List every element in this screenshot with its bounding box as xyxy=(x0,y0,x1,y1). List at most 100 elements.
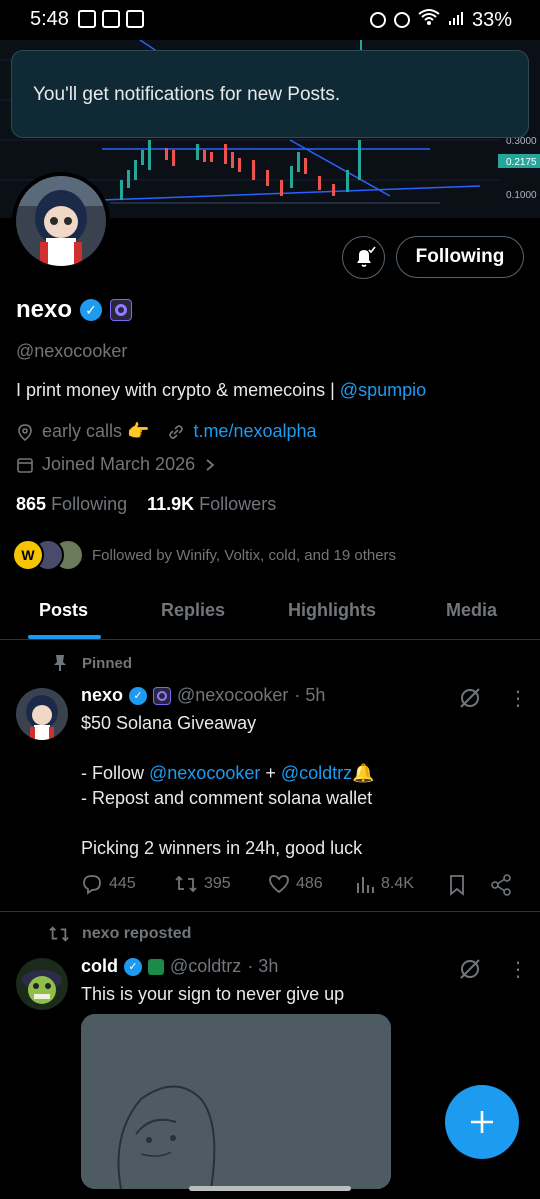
affiliate-badge-icon[interactable] xyxy=(110,299,133,321)
notification-b-icon xyxy=(78,10,96,28)
tab-media[interactable]: Media xyxy=(446,600,497,621)
repost-time[interactable]: · 3h xyxy=(247,956,278,977)
pinned-indicator: Pinned xyxy=(52,654,132,672)
reposted-indicator[interactable]: nexo reposted xyxy=(48,924,191,944)
repost-avatar-image xyxy=(16,958,68,1010)
plus-icon xyxy=(471,1111,493,1133)
verified-badge-icon[interactable]: ✓ xyxy=(129,686,148,705)
compose-post-button[interactable] xyxy=(445,1085,519,1159)
tab-highlights[interactable]: Highlights xyxy=(288,600,376,621)
profile-handle: @nexocooker xyxy=(16,341,128,361)
bell-emoji: 🔔 xyxy=(352,763,375,783)
follow-counts: 865 Following 11.9K Followers xyxy=(16,494,276,515)
post-author-handle[interactable]: @nexocooker xyxy=(177,685,288,706)
grok-icon[interactable] xyxy=(458,686,482,710)
repost-author-handle[interactable]: @coldtrz xyxy=(170,956,241,977)
price-label-current: 0.2175 xyxy=(506,157,537,168)
post-actions: 445 395 486 8.4K xyxy=(81,873,521,899)
verified-badge-icon[interactable]: ✓ xyxy=(124,957,143,976)
views-icon xyxy=(357,877,374,893)
repost-button[interactable]: 395 xyxy=(174,873,231,895)
notification-toast[interactable]: You'll get notifications for new Posts. xyxy=(11,50,529,138)
followers-count-link[interactable]: 11.9K Followers xyxy=(147,494,276,515)
gallery-icon xyxy=(102,10,120,28)
bio-text: I print money with crypto & memecoins | xyxy=(16,380,340,400)
followed-by-text: Followed by Winify, Voltix, cold, and 19… xyxy=(92,546,397,564)
post-divider xyxy=(0,911,540,912)
followed-by-row[interactable]: W Followed by Winify, Voltix, cold, and … xyxy=(12,539,396,571)
repost-author-name[interactable]: cold xyxy=(81,956,118,977)
affiliate-badge-icon[interactable] xyxy=(153,686,172,705)
post-line-4: Picking 2 winners in 24h, good luck xyxy=(81,838,363,858)
bio-mention-link[interactable]: @spumpio xyxy=(340,380,426,400)
home-indicator[interactable] xyxy=(189,1186,351,1191)
repost-text: This is your sign to never give up xyxy=(81,984,345,1004)
lock-icon xyxy=(126,10,144,28)
status-time: 5:48 xyxy=(30,8,69,30)
post-line-1: $50 Solana Giveaway xyxy=(81,713,257,733)
post-avatar-image xyxy=(16,688,68,740)
mention-nexocooker-link[interactable]: @nexocooker xyxy=(149,763,260,783)
like-count: 486 xyxy=(296,875,323,892)
post-line-2-plus: + xyxy=(260,763,281,783)
more-options-icon[interactable]: ⋮ xyxy=(508,957,528,982)
followers-count: 11.9K xyxy=(147,494,195,514)
tab-replies[interactable]: Replies xyxy=(161,600,225,621)
followers-label: Followers xyxy=(199,494,277,514)
following-count-link[interactable]: 865 Following xyxy=(16,494,127,515)
chevron-right-icon xyxy=(206,458,215,471)
wifi-icon xyxy=(418,8,440,32)
like-button[interactable]: 486 xyxy=(268,873,323,895)
heart-icon xyxy=(269,875,289,894)
reposted-label: nexo reposted xyxy=(82,925,192,942)
notifications-bell-button[interactable] xyxy=(342,236,385,279)
post-line-2-prefix: - Follow xyxy=(81,763,150,783)
status-bar: 5:48 33% xyxy=(0,0,540,40)
status-notification-icons xyxy=(78,10,144,28)
profile-tabs: Posts Replies Highlights Media xyxy=(0,586,540,640)
tab-posts[interactable]: Posts xyxy=(39,600,88,621)
grok-icon[interactable] xyxy=(458,957,482,981)
reply-icon xyxy=(83,875,101,895)
bell-check-icon xyxy=(356,246,376,267)
verified-badge-icon[interactable]: ✓ xyxy=(80,299,103,321)
profile-meta-row: early calls 👉 t.me/nexoalpha xyxy=(16,421,317,442)
profile-avatar[interactable] xyxy=(12,172,110,270)
repost-count: 395 xyxy=(204,875,231,892)
pin-icon xyxy=(54,655,66,671)
profile-name-row: nexo ✓ xyxy=(16,296,133,324)
mention-coldtrz-link[interactable]: @coldtrz xyxy=(281,763,352,783)
battery-text: 33% xyxy=(471,8,512,31)
signal-icon xyxy=(448,9,464,32)
affiliate-badge-icon[interactable] xyxy=(148,958,165,975)
post-line-2: - Follow @nexocooker + @coldtrz🔔 xyxy=(81,761,375,786)
location-pin-icon xyxy=(18,423,32,441)
more-options-icon[interactable]: ⋮ xyxy=(508,686,528,711)
repost-author-avatar[interactable] xyxy=(16,958,68,1010)
mute-icon xyxy=(393,12,410,28)
bookmark-icon[interactable] xyxy=(448,874,466,896)
pinned-label: Pinned xyxy=(82,654,133,672)
repost-icon xyxy=(49,926,69,942)
post-author-name[interactable]: nexo xyxy=(81,685,123,706)
profile-location: early calls 👉 xyxy=(42,421,150,441)
post-time[interactable]: · 5h xyxy=(294,685,325,706)
views-count: 8.4K xyxy=(381,875,414,892)
repost-icon xyxy=(175,875,197,893)
post-line-3: - Repost and comment solana wallet xyxy=(81,788,373,808)
toast-message: You'll get notifications for new Posts. xyxy=(33,84,341,105)
repost-header: cold ✓ @coldtrz · 3h xyxy=(81,956,278,977)
repost-media-image[interactable] xyxy=(81,1014,391,1189)
profile-joined-row[interactable]: Joined March 2026 xyxy=(16,454,217,475)
profile-website-link[interactable]: t.me/nexoalpha xyxy=(193,421,316,442)
follower-avatar: W xyxy=(12,539,44,571)
media-sketch-image xyxy=(81,1014,391,1189)
views-button[interactable]: 8.4K xyxy=(355,873,414,895)
reply-button[interactable]: 445 xyxy=(81,873,136,895)
price-label-low: 0.1000 xyxy=(506,190,537,201)
active-tab-indicator xyxy=(28,635,101,639)
post-author-avatar[interactable] xyxy=(16,688,68,740)
following-count: 865 xyxy=(16,494,47,514)
following-button[interactable]: Following xyxy=(396,236,524,278)
share-icon[interactable] xyxy=(490,874,512,896)
